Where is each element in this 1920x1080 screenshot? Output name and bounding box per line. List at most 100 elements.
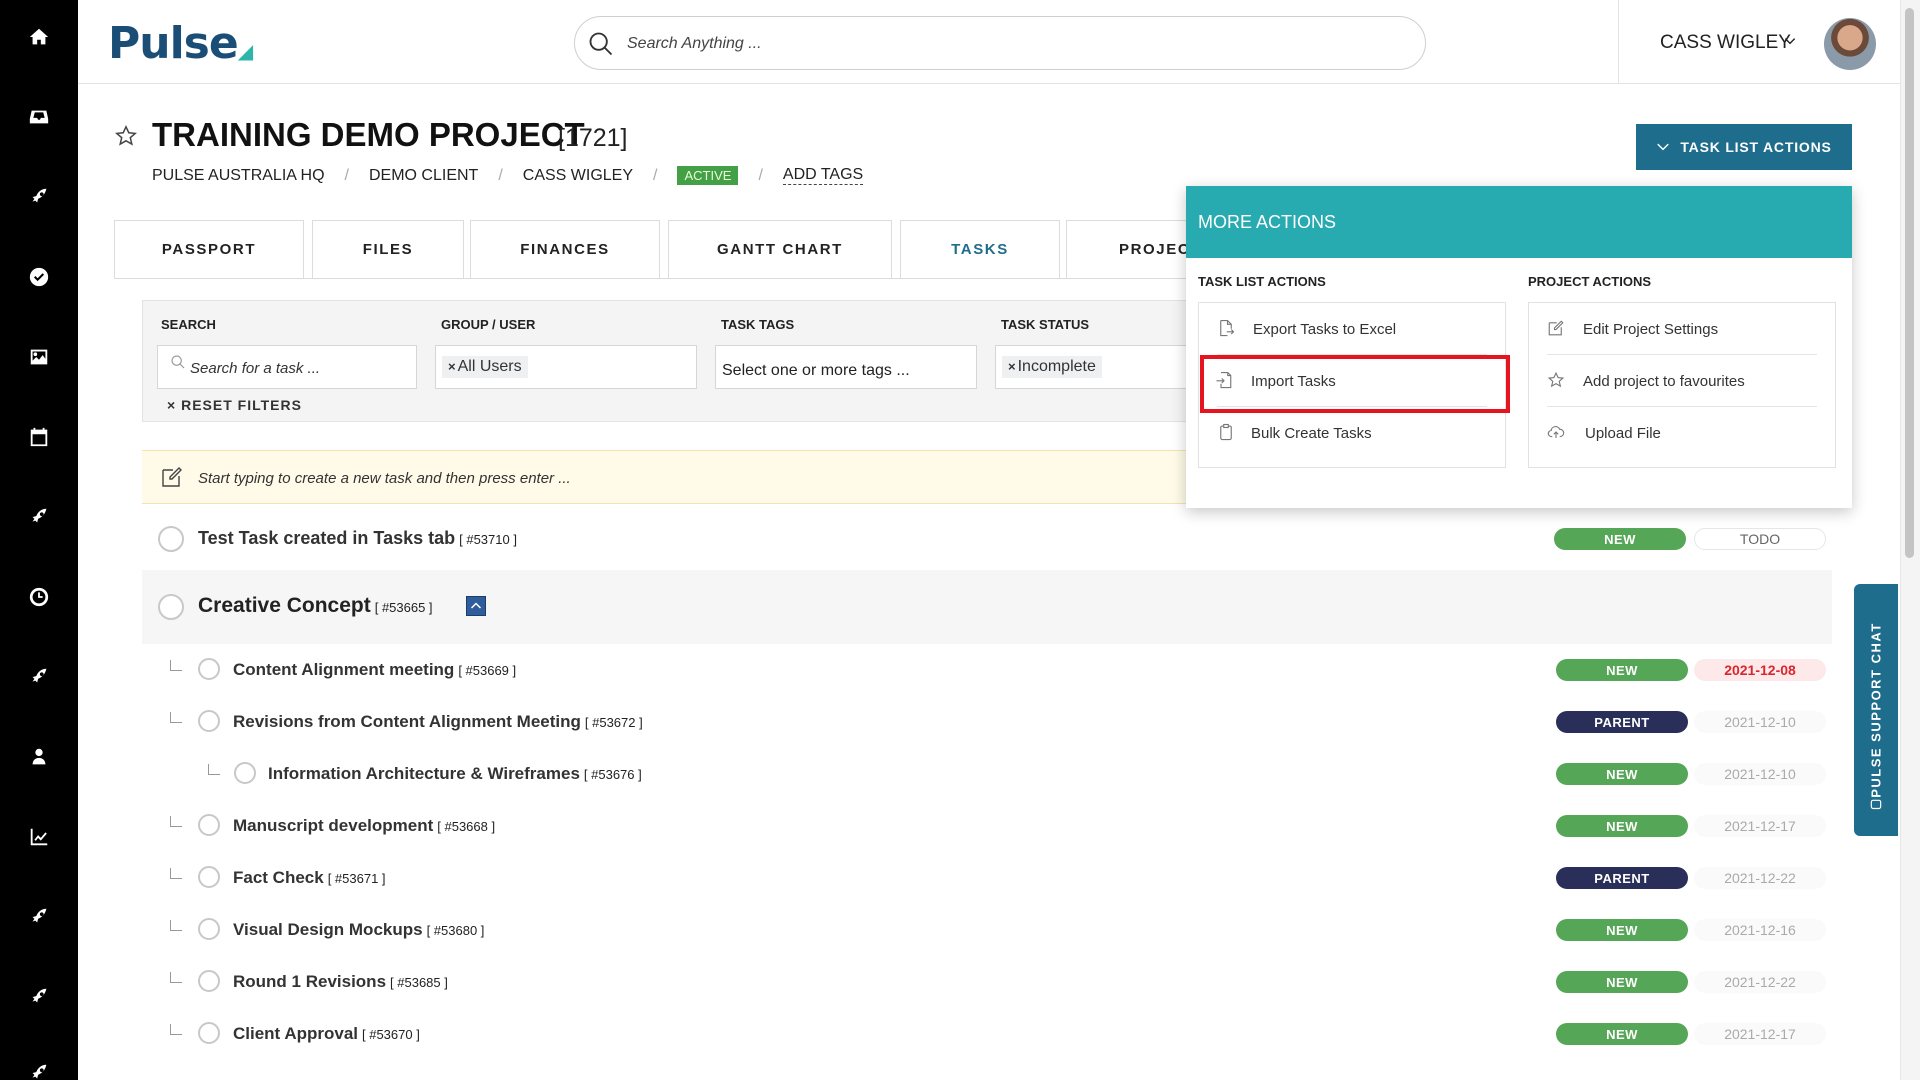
favourite-star-icon[interactable] — [114, 124, 138, 148]
task-title[interactable]: Manuscript development[ #53668 ] — [233, 816, 495, 836]
chevron-down-icon[interactable] — [1783, 34, 1797, 48]
rocket-icon[interactable] — [24, 1058, 54, 1080]
task-title[interactable]: Client Approval [ #53670 ] — [233, 1024, 420, 1044]
task-group-row[interactable]: Creative Concept[ #53665 ] — [142, 570, 1832, 644]
home-icon[interactable] — [24, 22, 54, 52]
task-checkbox[interactable] — [198, 866, 220, 888]
search-filter-input[interactable]: Search for a task ... — [157, 345, 417, 389]
tab-gantt-chart[interactable]: GANTT CHART — [668, 220, 892, 278]
task-checkbox[interactable] — [198, 1022, 220, 1044]
tab-project[interactable]: PROJECT — [1066, 220, 1206, 278]
task-checkbox[interactable] — [158, 594, 184, 620]
remove-chip-icon[interactable]: × — [1008, 359, 1016, 374]
import-tasks-button[interactable]: Import Tasks — [1199, 355, 1505, 407]
global-search-input[interactable] — [627, 29, 1387, 59]
task-row[interactable]: Client Approval [ #53670 ] NEW 2021-12-17 — [142, 1016, 1832, 1052]
chart-line-icon[interactable] — [24, 822, 54, 852]
status-badge: PARENT — [1556, 711, 1688, 733]
task-title[interactable]: Visual Design Mockups[ #53680 ] — [233, 920, 484, 940]
breadcrumb-company[interactable]: PULSE AUSTRALIA HQ — [152, 167, 325, 185]
calendar-icon[interactable] — [24, 422, 54, 452]
clock-icon[interactable] — [24, 582, 54, 612]
tab-tasks[interactable]: TASKS — [900, 220, 1060, 278]
new-task-input[interactable] — [198, 463, 1298, 493]
task-title[interactable]: Fact Check[ #53671 ] — [233, 868, 386, 888]
task-status-select[interactable]: × Incomplete — [995, 345, 1195, 389]
check-circle-icon[interactable] — [24, 262, 54, 292]
task-row[interactable]: Manuscript development[ #53668 ] NEW 202… — [142, 808, 1832, 844]
task-title[interactable]: Round 1 Revisions[ #53685 ] — [233, 972, 448, 992]
task-list-actions-button[interactable]: TASK LIST ACTIONS — [1636, 124, 1852, 170]
task-checkbox[interactable] — [158, 526, 184, 552]
page-scrollbar-thumb[interactable] — [1905, 8, 1914, 558]
due-date-badge[interactable]: 2021-12-22 — [1694, 867, 1826, 889]
edit-project-settings-button[interactable]: Edit Project Settings — [1529, 303, 1835, 355]
user-icon[interactable] — [24, 742, 54, 772]
task-row[interactable]: Fact Check[ #53671 ] PARENT 2021-12-22 — [142, 860, 1832, 896]
task-checkbox[interactable] — [198, 710, 220, 732]
add-to-favourites-button[interactable]: Add project to favourites — [1529, 355, 1835, 407]
rocket-icon[interactable] — [24, 902, 54, 932]
inbox-icon[interactable] — [24, 102, 54, 132]
upload-file-button[interactable]: Upload File — [1529, 407, 1835, 459]
task-row[interactable]: Round 1 Revisions[ #53685 ] NEW 2021-12-… — [142, 964, 1832, 1000]
task-row[interactable]: Visual Design Mockups[ #53680 ] NEW 2021… — [142, 912, 1832, 948]
user-menu-name[interactable]: CASS WIGLEY — [1660, 32, 1791, 54]
breadcrumb-owner[interactable]: CASS WIGLEY — [523, 167, 633, 185]
export-tasks-button[interactable]: Export Tasks to Excel — [1199, 303, 1505, 355]
remove-chip-icon[interactable]: × — [448, 359, 456, 374]
left-sidebar — [0, 0, 78, 1080]
avatar[interactable] — [1824, 18, 1876, 70]
task-group-title[interactable]: Creative Concept[ #53665 ] — [198, 594, 433, 618]
add-to-favourites-label: Add project to favourites — [1583, 373, 1745, 390]
tab-passport[interactable]: PASSPORT — [114, 220, 304, 278]
task-checkbox[interactable] — [198, 658, 220, 680]
task-checkbox[interactable] — [198, 814, 220, 836]
due-date-badge[interactable]: 2021-12-22 — [1694, 971, 1826, 993]
tab-finances[interactable]: FINANCES — [470, 220, 660, 278]
task-title[interactable]: Test Task created in Tasks tab[ #53710 ] — [198, 528, 517, 549]
task-tags-select[interactable]: Select one or more tags ... — [715, 345, 977, 389]
task-title[interactable]: Information Architecture & Wireframes[ #… — [268, 764, 642, 784]
task-row[interactable]: Content Alignment meeting[ #53669 ] NEW … — [142, 652, 1832, 688]
group-user-chip[interactable]: × All Users — [442, 356, 528, 378]
due-date-badge[interactable]: 2021-12-10 — [1694, 763, 1826, 785]
group-user-select[interactable]: × All Users — [435, 345, 697, 389]
breadcrumb-client[interactable]: DEMO CLIENT — [369, 167, 478, 185]
image-icon[interactable] — [24, 342, 54, 372]
task-title[interactable]: Content Alignment meeting[ #53669 ] — [233, 660, 516, 680]
support-chat-tab[interactable]: PULSE SUPPORT CHAT — [1854, 584, 1898, 836]
reset-filters-button[interactable]: × RESET FILTERS — [167, 397, 302, 413]
bulk-create-tasks-button[interactable]: Bulk Create Tasks — [1199, 407, 1505, 459]
project-actions-panel: Edit Project Settings Add project to fav… — [1528, 302, 1836, 468]
status-badge: ACTIVE — [677, 166, 739, 185]
collapse-group-button[interactable] — [466, 596, 486, 616]
rocket-icon[interactable] — [24, 182, 54, 212]
task-row[interactable]: Revisions from Content Alignment Meeting… — [142, 704, 1832, 740]
due-date-badge[interactable]: 2021-12-16 — [1694, 919, 1826, 941]
rocket-icon[interactable] — [24, 982, 54, 1012]
status-badge: NEW — [1556, 1023, 1688, 1045]
task-checkbox[interactable] — [234, 762, 256, 784]
due-date-badge[interactable]: 2021-12-10 — [1694, 711, 1826, 733]
due-date-badge[interactable]: TODO — [1694, 528, 1826, 550]
task-id: [ #53671 ] — [327, 871, 386, 886]
pulse-logo[interactable]: Pulse◢ — [108, 18, 253, 69]
task-name: Revisions from Content Alignment Meeting — [233, 712, 581, 731]
rocket-icon[interactable] — [24, 502, 54, 532]
task-name: Test Task created in Tasks tab — [198, 528, 456, 548]
tab-files[interactable]: FILES — [312, 220, 464, 278]
due-date-badge[interactable]: 2021-12-17 — [1694, 1023, 1826, 1045]
due-date-badge[interactable]: 2021-12-17 — [1694, 815, 1826, 837]
task-checkbox[interactable] — [198, 918, 220, 940]
task-checkbox[interactable] — [198, 970, 220, 992]
due-date-badge[interactable]: 2021-12-08 — [1694, 659, 1826, 681]
task-row[interactable]: Test Task created in Tasks tab[ #53710 ]… — [142, 522, 1832, 556]
task-row[interactable]: Information Architecture & Wireframes[ #… — [142, 756, 1832, 792]
tags-filter-label: TASK TAGS — [721, 317, 795, 332]
task-status-chip[interactable]: × Incomplete — [1002, 356, 1102, 378]
task-title[interactable]: Revisions from Content Alignment Meeting… — [233, 712, 643, 732]
add-tags-link[interactable]: ADD TAGS — [782, 166, 864, 185]
rocket-icon[interactable] — [24, 662, 54, 692]
global-search[interactable] — [574, 16, 1426, 70]
